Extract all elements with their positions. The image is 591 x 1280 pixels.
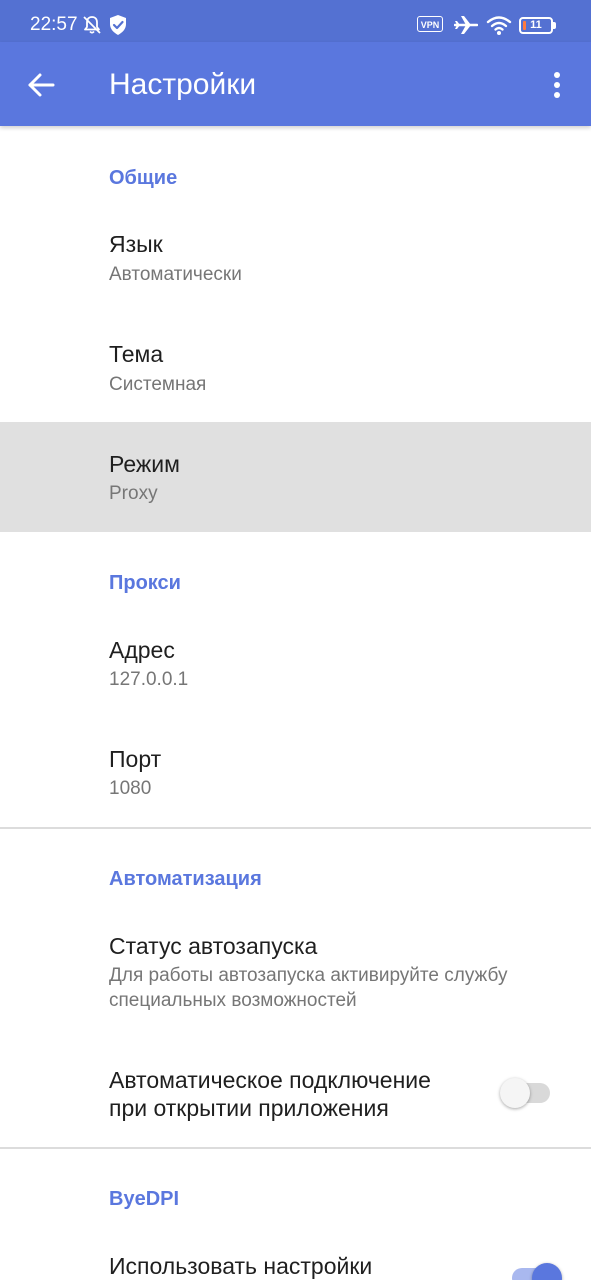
battery-icon: 11 <box>519 17 553 34</box>
airplane-icon <box>453 14 479 41</box>
pref-title: Режим <box>109 451 180 477</box>
section-header-byedpi: ByeDPI <box>109 1188 180 1210</box>
shield-check-icon <box>108 14 128 41</box>
section-header-automation: Автоматизация <box>109 868 262 890</box>
more-options-button[interactable] <box>540 58 576 112</box>
pref-summary: Автоматически <box>109 264 242 285</box>
pref-title: Тема <box>109 341 164 367</box>
pref-title: Язык <box>109 231 163 257</box>
app-bar: Настройки <box>0 42 591 126</box>
switch-thumb <box>500 1078 530 1108</box>
pref-title-line1: Автоматическое подключение <box>109 1067 431 1093</box>
battery-nub <box>553 22 556 29</box>
pref-use-settings[interactable]: Использовать настройки <box>0 1234 591 1280</box>
pref-mode[interactable]: Режим Proxy <box>0 422 591 532</box>
pref-title: Адрес <box>109 637 175 663</box>
back-button[interactable] <box>14 58 68 112</box>
arrow-back-icon <box>28 73 55 97</box>
pref-summary-line2: специальных возможностей <box>109 990 357 1011</box>
pref-autostart-status[interactable]: Статус автозапуска Для работы автозапуск… <box>0 910 591 1040</box>
auto-connect-switch[interactable] <box>500 1078 550 1108</box>
pref-auto-connect[interactable]: Автоматическое подключение при открытии … <box>0 1048 591 1146</box>
use-settings-switch[interactable] <box>512 1263 562 1280</box>
pref-port[interactable]: Порт 1080 <box>0 722 591 826</box>
status-bar: 22:57 VPN 11 <box>0 0 591 42</box>
section-header-proxy: Прокси <box>109 572 181 594</box>
pref-summary-line1: Для работы автозапуска активируйте служб… <box>109 965 508 986</box>
status-time: 22:57 <box>30 14 78 35</box>
muted-bell-icon <box>81 14 103 41</box>
pref-summary: 127.0.0.1 <box>109 669 189 690</box>
pref-title: Использовать настройки <box>109 1253 373 1279</box>
pref-language[interactable]: Язык Автоматически <box>0 206 591 312</box>
pref-summary: Системная <box>109 374 207 395</box>
pref-title: Статус автозапуска <box>109 933 318 959</box>
battery-level: 11 <box>530 19 542 31</box>
section-divider <box>0 827 591 829</box>
pref-summary: 1080 <box>109 778 152 799</box>
section-divider <box>0 1147 591 1149</box>
wifi-icon <box>486 14 512 41</box>
switch-thumb <box>532 1263 562 1280</box>
vpn-icon: VPN <box>417 16 443 32</box>
pref-summary: Proxy <box>109 483 158 504</box>
pref-title-line2: при открытии приложения <box>109 1095 389 1121</box>
page-title: Настройки <box>109 68 257 101</box>
section-header-general: Общие <box>109 167 178 189</box>
pref-title: Порт <box>109 746 162 772</box>
pref-theme[interactable]: Тема Системная <box>0 316 591 422</box>
more-vert-icon <box>554 72 560 98</box>
pref-address[interactable]: Адрес 127.0.0.1 <box>0 612 591 718</box>
